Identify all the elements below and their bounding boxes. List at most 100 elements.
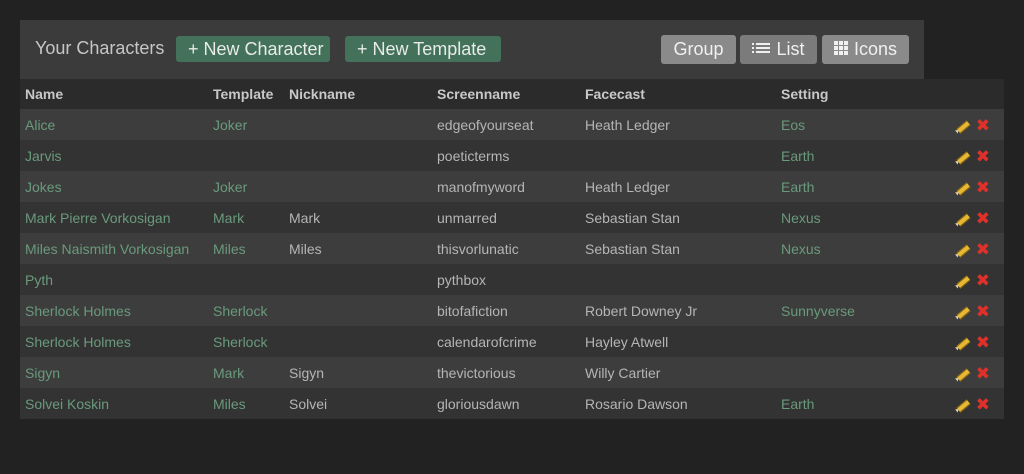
facecast-cell: Willy Cartier — [585, 364, 661, 381]
new-template-button[interactable]: + New Template — [345, 36, 501, 62]
character-name-link[interactable]: Solvei Koskin — [25, 396, 109, 412]
table-row: Jokes Joker manofmyword Heath Ledger Earth ✖ — [20, 171, 1004, 202]
pencil-icon[interactable] — [956, 274, 972, 288]
setting-column-cell: Earth — [776, 388, 926, 419]
new-character-button[interactable]: + New Character — [176, 36, 330, 62]
delete-x-icon[interactable]: ✖ — [976, 210, 990, 227]
pencil-icon[interactable] — [956, 150, 972, 164]
name-column-cell: Miles Naismith Vorkosigan — [20, 233, 208, 264]
template-link[interactable]: Mark — [213, 210, 244, 226]
template-column-cell: Sherlock — [208, 326, 284, 357]
row-actions: ✖ — [926, 109, 1004, 140]
template-link[interactable]: Joker — [213, 117, 247, 133]
character-name-link[interactable]: Pyth — [25, 272, 53, 288]
table-row: Sherlock Holmes Sherlock calendarofcrime Ha… — [20, 326, 1004, 357]
template-link[interactable]: Sherlock — [213, 334, 267, 350]
pencil-icon[interactable] — [956, 181, 972, 195]
page-title: Your Characters — [35, 38, 165, 58]
delete-x-icon[interactable]: ✖ — [976, 148, 990, 165]
setting-link[interactable]: Sunnyverse — [781, 303, 855, 319]
pencil-icon[interactable] — [956, 119, 972, 133]
screenname-column-cell: manofmyword — [432, 171, 580, 202]
column-header-setting[interactable]: Setting — [776, 79, 926, 109]
nickname-column-cell — [284, 109, 432, 140]
table-row: Sherlock Holmes Sherlock bitofafiction Robe… — [20, 295, 1004, 326]
template-link[interactable]: Miles — [213, 241, 246, 257]
setting-column-cell: Sunnyverse — [776, 295, 926, 326]
nickname-column-cell: Sigyn — [284, 357, 432, 388]
setting-link[interactable]: Earth — [781, 179, 814, 195]
facecast-cell: Sebastian Stan — [585, 240, 680, 257]
character-name-link[interactable]: Jokes — [25, 179, 62, 195]
character-name-link[interactable]: Miles Naismith Vorkosigan — [25, 241, 189, 257]
character-name-link[interactable]: Sigyn — [25, 365, 60, 381]
column-header-screenname[interactable]: Screenname — [432, 79, 580, 109]
column-header-nickname[interactable]: Nickname — [284, 79, 432, 109]
table-row: Jarvis poeticterms Earth ✖ — [20, 140, 1004, 171]
template-link[interactable]: Miles — [213, 396, 246, 412]
pencil-icon[interactable] — [956, 243, 972, 257]
facecast-cell: Robert Downey Jr — [585, 302, 698, 319]
setting-link[interactable]: Nexus — [781, 210, 821, 226]
delete-x-icon[interactable]: ✖ — [976, 396, 990, 413]
delete-x-icon[interactable]: ✖ — [976, 241, 990, 258]
setting-link[interactable]: Earth — [781, 148, 814, 164]
setting-column-cell: Eos — [776, 109, 926, 140]
name-column-cell: Jarvis — [20, 140, 208, 171]
template-link[interactable]: Mark — [213, 365, 244, 381]
character-name-link[interactable]: Sherlock Holmes — [25, 303, 131, 319]
nickname-cell: Mark — [289, 209, 321, 226]
group-view-button[interactable]: Group — [661, 35, 736, 64]
pencil-icon[interactable] — [956, 367, 972, 381]
facecast-column-cell: Heath Ledger — [580, 171, 776, 202]
delete-x-icon[interactable]: ✖ — [976, 365, 990, 382]
name-column-cell: Sigyn — [20, 357, 208, 388]
delete-x-icon[interactable]: ✖ — [976, 117, 990, 134]
characters-table: Name Template Nickname Screenname Faceca… — [20, 79, 1004, 419]
grid-icon — [833, 41, 848, 56]
screenname-cell: pythbox — [437, 271, 487, 288]
screenname-column-cell: thevictorious — [432, 357, 580, 388]
facecast-column-cell: Sebastian Stan — [580, 202, 776, 233]
row-actions: ✖ — [926, 233, 1004, 264]
row-actions: ✖ — [926, 140, 1004, 171]
table-row: Solvei Koskin Miles Solvei gloriousdawn Rosa… — [20, 388, 1004, 419]
delete-x-icon[interactable]: ✖ — [976, 179, 990, 196]
screenname-cell: thevictorious — [437, 364, 516, 381]
nickname-column-cell — [284, 171, 432, 202]
template-link[interactable]: Joker — [213, 179, 247, 195]
delete-x-icon[interactable]: ✖ — [976, 303, 990, 320]
column-header-name[interactable]: Name — [20, 79, 208, 109]
setting-link[interactable]: Nexus — [781, 241, 821, 257]
row-actions: ✖ — [926, 326, 1004, 357]
screenname-cell: bitofafiction — [437, 302, 508, 319]
setting-link[interactable]: Earth — [781, 396, 814, 412]
row-actions: ✖ — [926, 295, 1004, 326]
icons-view-button[interactable]: Icons — [822, 35, 909, 64]
screenname-column-cell: calendarofcrime — [432, 326, 580, 357]
facecast-column-cell: Robert Downey Jr — [580, 295, 776, 326]
character-name-link[interactable]: Jarvis — [25, 148, 62, 164]
setting-column-cell: Nexus — [776, 202, 926, 233]
name-column-cell: Solvei Koskin — [20, 388, 208, 419]
pencil-icon[interactable] — [956, 336, 972, 350]
row-actions: ✖ — [926, 264, 1004, 295]
nickname-column-cell: Solvei — [284, 388, 432, 419]
character-name-link[interactable]: Mark Pierre Vorkosigan — [25, 210, 171, 226]
column-header-facecast[interactable]: Facecast — [580, 79, 776, 109]
facecast-column-cell: Hayley Atwell — [580, 326, 776, 357]
pencil-icon[interactable] — [956, 398, 972, 412]
delete-x-icon[interactable]: ✖ — [976, 272, 990, 289]
template-link[interactable]: Sherlock — [213, 303, 267, 319]
character-name-link[interactable]: Alice — [25, 117, 55, 133]
column-header-template[interactable]: Template — [208, 79, 284, 109]
facecast-column-cell: Willy Cartier — [580, 357, 776, 388]
character-name-link[interactable]: Sherlock Holmes — [25, 334, 131, 350]
setting-link[interactable]: Eos — [781, 117, 805, 133]
name-column-cell: Sherlock Holmes — [20, 326, 208, 357]
pencil-icon[interactable] — [956, 212, 972, 226]
list-view-button[interactable]: List — [740, 35, 817, 64]
delete-x-icon[interactable]: ✖ — [976, 334, 990, 351]
pencil-icon[interactable] — [956, 305, 972, 319]
facecast-column-cell: Rosario Dawson — [580, 388, 776, 419]
